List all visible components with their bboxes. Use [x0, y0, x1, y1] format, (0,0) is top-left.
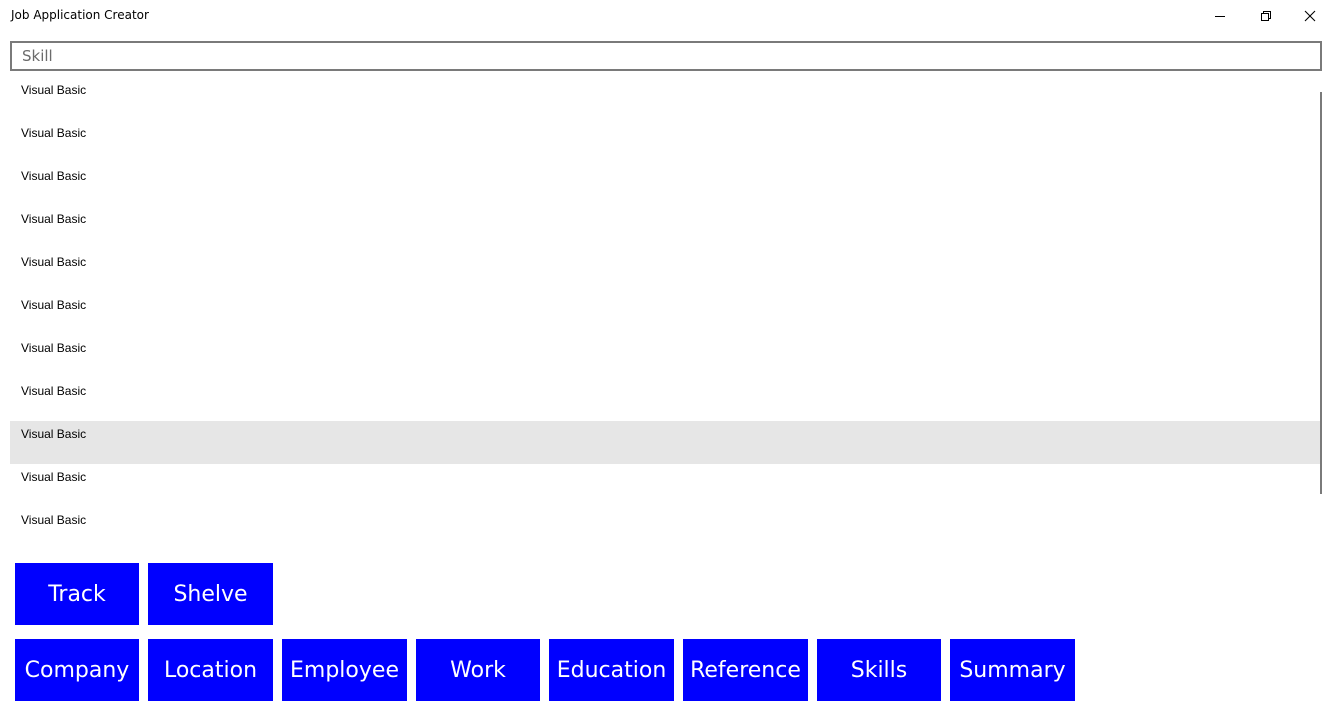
skill-search-input[interactable]	[10, 41, 1322, 71]
list-item[interactable]: Visual Basic	[10, 292, 1322, 335]
app-window: Job Application Creator Visual Basic Vis…	[0, 0, 1333, 720]
close-button[interactable]	[1287, 0, 1333, 32]
nav-location-button[interactable]: Location	[148, 639, 273, 701]
list-item[interactable]: Visual Basic	[10, 77, 1322, 120]
minimize-button[interactable]	[1197, 0, 1243, 32]
nav-education-button[interactable]: Education	[549, 639, 674, 701]
list-scrollbar[interactable]	[1320, 92, 1322, 494]
title-bar[interactable]: Job Application Creator	[0, 0, 1333, 32]
list-item[interactable]: Visual Basic	[10, 378, 1322, 421]
list-item-label: Visual Basic	[21, 212, 87, 226]
nav-summary-button[interactable]: Summary	[950, 639, 1075, 701]
track-button[interactable]: Track	[15, 563, 139, 625]
list-item-label: Visual Basic	[21, 384, 87, 398]
list-item[interactable]: Visual Basic	[10, 163, 1322, 206]
list-item-label: Visual Basic	[21, 126, 87, 140]
list-item[interactable]: Visual Basic	[10, 421, 1322, 464]
shelve-button[interactable]: Shelve	[148, 563, 273, 625]
list-item[interactable]: Visual Basic	[10, 335, 1322, 378]
list-item-label: Visual Basic	[21, 83, 87, 97]
minimize-icon	[1215, 16, 1225, 17]
nav-work-button[interactable]: Work	[416, 639, 540, 701]
list-item-label: Visual Basic	[21, 298, 87, 312]
list-item-label: Visual Basic	[21, 341, 87, 355]
list-item-label: Visual Basic	[21, 470, 87, 484]
list-item-label: Visual Basic	[21, 255, 87, 269]
list-item[interactable]: Visual Basic	[10, 120, 1322, 163]
list-item[interactable]: Visual Basic	[10, 464, 1322, 507]
list-item-label: Visual Basic	[21, 513, 87, 527]
list-item[interactable]: Visual Basic	[10, 507, 1322, 540]
nav-reference-button[interactable]: Reference	[683, 639, 808, 701]
restore-icon	[1261, 11, 1271, 21]
nav-company-button[interactable]: Company	[15, 639, 139, 701]
nav-employee-button[interactable]: Employee	[282, 639, 407, 701]
restore-button[interactable]	[1243, 0, 1289, 32]
list-item-label: Visual Basic	[21, 169, 87, 183]
window-title: Job Application Creator	[11, 8, 149, 22]
list-item[interactable]: Visual Basic	[10, 249, 1322, 292]
close-icon	[1304, 10, 1316, 22]
list-item-label: Visual Basic	[21, 427, 87, 441]
list-item[interactable]: Visual Basic	[10, 206, 1322, 249]
nav-skills-button[interactable]: Skills	[817, 639, 941, 701]
skills-list[interactable]: Visual Basic Visual Basic Visual Basic V…	[10, 77, 1322, 540]
